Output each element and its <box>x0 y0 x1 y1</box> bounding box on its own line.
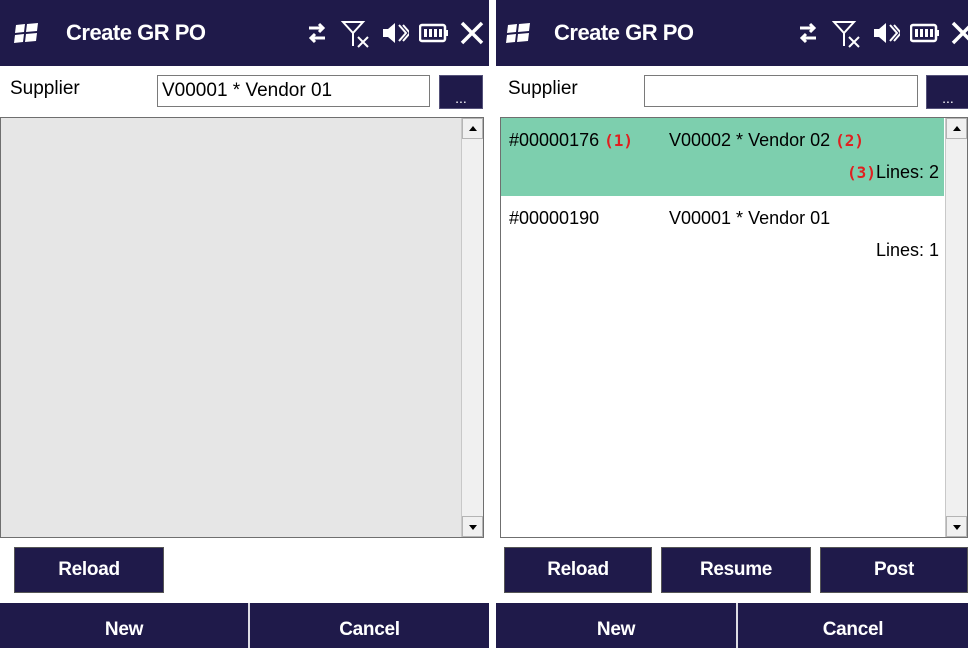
close-icon[interactable] <box>459 20 485 46</box>
status-icons <box>303 12 485 54</box>
reload-button[interactable]: Reload <box>504 547 652 593</box>
po-lines: Lines: 1 <box>875 240 939 260</box>
annotation-marker: (1) <box>604 131 634 150</box>
po-number: #00000190 <box>509 208 600 228</box>
new-button[interactable]: New <box>0 603 248 648</box>
resume-button[interactable]: Resume <box>661 547 811 593</box>
close-icon[interactable] <box>950 20 968 46</box>
scroll-up-arrow-icon[interactable] <box>946 118 967 139</box>
vertical-scrollbar[interactable] <box>461 118 483 537</box>
supplier-label: Supplier <box>508 78 578 99</box>
list-item[interactable]: #00000176 (1) V00002 * Vendor 02 (2) (3)… <box>501 118 944 196</box>
battery-icon[interactable] <box>419 22 449 44</box>
reload-button[interactable]: Reload <box>14 547 164 593</box>
bottom-command-bar: New Cancel <box>0 603 489 648</box>
cancel-button[interactable]: Cancel <box>738 603 968 648</box>
no-signal-icon[interactable] <box>832 18 862 48</box>
scroll-down-arrow-icon[interactable] <box>462 516 483 537</box>
vertical-scrollbar[interactable] <box>945 118 967 537</box>
left-screen: Create GR PO Supplier V00001 * Vendor 01… <box>0 0 489 648</box>
supplier-browse-button[interactable]: ... <box>926 75 968 109</box>
po-number: #00000176 <box>509 130 600 150</box>
po-vendor: V00002 * Vendor 02 <box>669 130 831 150</box>
scroll-down-arrow-icon[interactable] <box>946 516 967 537</box>
supplier-label: Supplier <box>10 78 80 99</box>
cancel-button[interactable]: Cancel <box>250 603 489 648</box>
post-button[interactable]: Post <box>820 547 968 593</box>
speaker-muted-icon[interactable] <box>381 19 409 47</box>
right-screen: Create GR PO Supplier ... #00000176 (1) … <box>496 0 968 648</box>
screen-divider <box>489 0 496 648</box>
new-button[interactable]: New <box>496 603 736 648</box>
speaker-muted-icon[interactable] <box>872 19 900 47</box>
supplier-browse-button[interactable]: ... <box>439 75 483 109</box>
po-vendor: V00001 * Vendor 01 <box>669 208 831 228</box>
scroll-up-arrow-icon[interactable] <box>462 118 483 139</box>
purchase-order-list[interactable]: #00000176 (1) V00002 * Vendor 02 (2) (3)… <box>500 117 968 538</box>
sync-icon[interactable] <box>794 19 822 47</box>
supplier-input[interactable] <box>644 75 918 107</box>
status-icons <box>794 12 968 54</box>
bottom-command-bar: New Cancel <box>496 603 968 648</box>
windows-logo-icon[interactable] <box>14 22 40 44</box>
sync-icon[interactable] <box>303 19 331 47</box>
list-item[interactable]: #00000190 V00001 * Vendor 01 Lines: 1 <box>501 196 944 274</box>
battery-icon[interactable] <box>910 22 940 44</box>
windows-logo-icon[interactable] <box>506 22 532 44</box>
title-bar: Create GR PO <box>496 0 968 66</box>
no-signal-icon[interactable] <box>341 18 371 48</box>
annotation-marker: (2) <box>835 131 865 150</box>
page-title: Create GR PO <box>66 20 206 45</box>
supplier-input[interactable] <box>157 75 430 107</box>
purchase-order-list[interactable] <box>0 117 484 538</box>
page-title: Create GR PO <box>554 20 694 45</box>
title-bar: Create GR PO <box>0 0 489 66</box>
po-lines: Lines: 2 <box>875 162 939 182</box>
annotation-marker: (3) <box>847 163 876 182</box>
